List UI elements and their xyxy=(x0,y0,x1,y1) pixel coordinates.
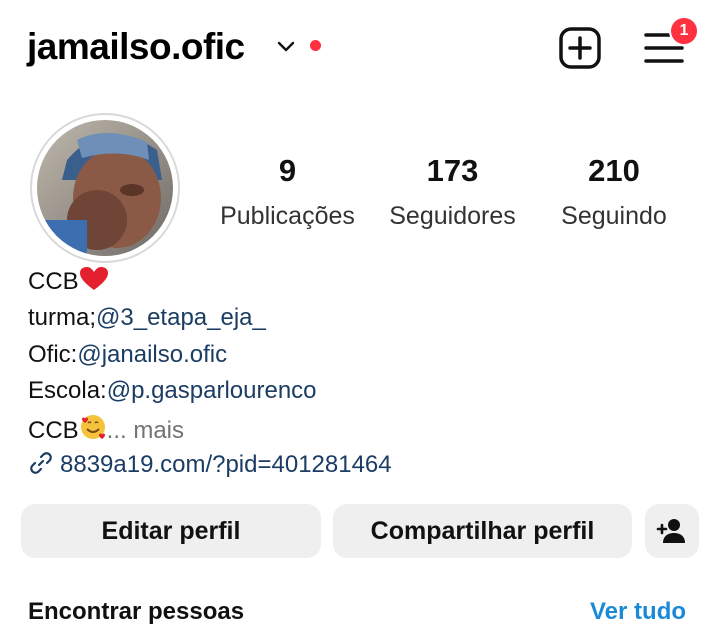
mention-link[interactable]: @p.gasparlourenco xyxy=(107,377,317,404)
stat-posts-label: Publicações xyxy=(220,202,355,230)
share-profile-button[interactable]: Compartilhar perfil xyxy=(333,504,632,558)
notification-dot xyxy=(310,40,321,51)
bio-website-link[interactable]: 8839a19.com/?pid=401281464 xyxy=(60,451,392,478)
red-heart-icon xyxy=(79,267,108,290)
menu-notification-badge: 1 xyxy=(669,16,699,46)
avatar[interactable] xyxy=(37,120,173,256)
chevron-down-icon[interactable] xyxy=(275,37,297,55)
bio-line-5: CCB ... mais xyxy=(28,413,184,446)
stat-followers-count: 173 xyxy=(426,153,479,188)
bio-text: CCB xyxy=(28,417,79,444)
discover-people-title: Encontrar pessoas xyxy=(28,598,245,625)
bio-line-1: CCB xyxy=(28,266,109,297)
edit-profile-button[interactable]: Editar perfil xyxy=(21,504,321,558)
mention-link[interactable]: @3_etapa_eja_ xyxy=(96,304,266,331)
stat-following[interactable]: 210 Seguindo xyxy=(548,153,680,231)
bio-text: Escola: xyxy=(28,377,107,404)
bio-line-3: Ofic:@janailso.ofic xyxy=(28,340,227,370)
bio-text: Ofic: xyxy=(28,341,78,368)
see-all-link[interactable]: Ver tudo xyxy=(590,598,686,626)
stat-posts[interactable]: 9 Publicações xyxy=(205,153,370,231)
create-post-icon[interactable] xyxy=(557,25,603,71)
add-person-icon xyxy=(656,519,685,543)
bio-line-2: turma;@3_etapa_eja_ xyxy=(28,303,266,333)
smiling-face-with-hearts-icon xyxy=(80,415,105,439)
stat-following-label: Seguindo xyxy=(561,202,667,230)
discover-people-button[interactable] xyxy=(645,504,699,558)
link-icon xyxy=(30,452,52,474)
stat-following-count: 210 xyxy=(588,153,640,188)
bio-link-row[interactable]: 8839a19.com/?pid=401281464 xyxy=(28,450,392,480)
stat-posts-count: 9 xyxy=(278,153,297,188)
bio-line-4: Escola:@p.gasparlourenco xyxy=(28,376,317,406)
stat-followers-label: Seguidores xyxy=(389,202,516,230)
show-more-link[interactable]: ... mais xyxy=(107,417,184,444)
bio-text: CCB xyxy=(28,268,79,295)
mention-link[interactable]: @janailso.ofic xyxy=(77,341,227,368)
profile-username[interactable]: jamailso.ofic xyxy=(27,22,245,72)
stat-followers[interactable]: 173 Seguidores xyxy=(380,153,525,231)
bio-text: turma; xyxy=(28,304,97,331)
